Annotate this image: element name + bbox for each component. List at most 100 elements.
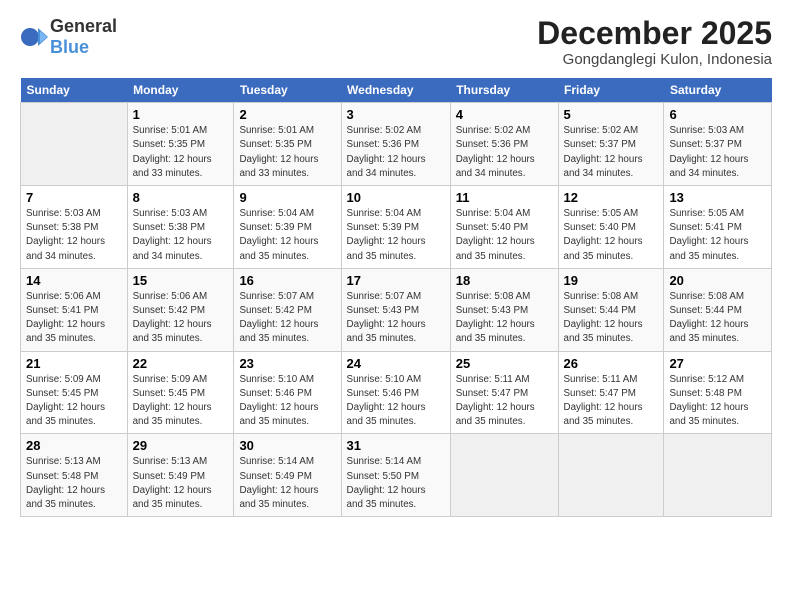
day-info: Sunrise: 5:13 AM Sunset: 5:49 PM Dayligh… (133, 455, 229, 512)
day-number: 17 (347, 273, 445, 288)
header-saturday: Saturday (664, 78, 772, 103)
day-info: Sunrise: 5:07 AM Sunset: 5:42 PM Dayligh… (239, 290, 335, 347)
day-info: Sunrise: 5:03 AM Sunset: 5:38 PM Dayligh… (133, 207, 229, 264)
day-number: 5 (564, 107, 659, 122)
calendar-cell: 2 Sunrise: 5:01 AM Sunset: 5:35 PM Daylig… (234, 103, 341, 186)
day-info: Sunrise: 5:14 AM Sunset: 5:49 PM Dayligh… (239, 455, 335, 512)
day-info: Sunrise: 5:11 AM Sunset: 5:47 PM Dayligh… (564, 373, 659, 430)
day-number: 16 (239, 273, 335, 288)
day-number: 9 (239, 190, 335, 205)
day-info: Sunrise: 5:08 AM Sunset: 5:43 PM Dayligh… (456, 290, 553, 347)
day-number: 8 (133, 190, 229, 205)
day-number: 11 (456, 190, 553, 205)
calendar-cell: 17 Sunrise: 5:07 AM Sunset: 5:43 PM Dayli… (341, 268, 450, 351)
day-info: Sunrise: 5:10 AM Sunset: 5:46 PM Dayligh… (239, 373, 335, 430)
day-info: Sunrise: 5:03 AM Sunset: 5:38 PM Dayligh… (26, 207, 122, 264)
day-info: Sunrise: 5:01 AM Sunset: 5:35 PM Dayligh… (239, 124, 335, 181)
calendar-cell (450, 434, 558, 517)
calendar-cell: 7Sunrise: 5:03 AM Sunset: 5:38 PM Daylig… (21, 186, 128, 269)
day-number: 15 (133, 273, 229, 288)
week-row-5: 28 Sunrise: 5:13 AM Sunset: 5:48 PM Dayli… (21, 434, 772, 517)
header-wednesday: Wednesday (341, 78, 450, 103)
calendar-cell: 21 Sunrise: 5:09 AM Sunset: 5:45 PM Dayli… (21, 351, 128, 434)
header-friday: Friday (558, 78, 664, 103)
day-info: Sunrise: 5:02 AM Sunset: 5:37 PM Dayligh… (564, 124, 659, 181)
calendar-cell: 28 Sunrise: 5:13 AM Sunset: 5:48 PM Dayli… (21, 434, 128, 517)
day-number: 3 (347, 107, 445, 122)
calendar-cell: 4Sunrise: 5:02 AM Sunset: 5:36 PM Daylig… (450, 103, 558, 186)
day-info: Sunrise: 5:14 AM Sunset: 5:50 PM Dayligh… (347, 455, 445, 512)
day-info: Sunrise: 5:04 AM Sunset: 5:39 PM Dayligh… (239, 207, 335, 264)
day-number: 21 (26, 356, 122, 371)
day-info: Sunrise: 5:13 AM Sunset: 5:48 PM Dayligh… (26, 455, 122, 512)
calendar-cell: 14 Sunrise: 5:06 AM Sunset: 5:41 PM Dayli… (21, 268, 128, 351)
calendar-cell: 9 Sunrise: 5:04 AM Sunset: 5:39 PM Daylig… (234, 186, 341, 269)
title-block: December 2025 Gongdanglegi Kulon, Indone… (537, 16, 772, 68)
calendar-cell: 1Sunrise: 5:01 AM Sunset: 5:35 PM Daylig… (127, 103, 234, 186)
day-info: Sunrise: 5:03 AM Sunset: 5:37 PM Dayligh… (669, 124, 766, 181)
day-number: 26 (564, 356, 659, 371)
logo-blue: Blue (50, 37, 89, 57)
header-sunday: Sunday (21, 78, 128, 103)
header: General Blue December 2025 Gongdanglegi … (20, 16, 772, 68)
calendar-cell: 15 Sunrise: 5:06 AM Sunset: 5:42 PM Dayli… (127, 268, 234, 351)
calendar-cell (558, 434, 664, 517)
day-info: Sunrise: 5:09 AM Sunset: 5:45 PM Dayligh… (26, 373, 122, 430)
day-info: Sunrise: 5:04 AM Sunset: 5:39 PM Dayligh… (347, 207, 445, 264)
day-number: 24 (347, 356, 445, 371)
day-number: 28 (26, 438, 122, 453)
day-info: Sunrise: 5:01 AM Sunset: 5:35 PM Dayligh… (133, 124, 229, 181)
day-number: 12 (564, 190, 659, 205)
logo-general: General (50, 16, 117, 36)
calendar-header-row: SundayMondayTuesdayWednesdayThursdayFrid… (21, 78, 772, 103)
calendar-cell: 11Sunrise: 5:04 AM Sunset: 5:40 PM Dayli… (450, 186, 558, 269)
week-row-2: 7Sunrise: 5:03 AM Sunset: 5:38 PM Daylig… (21, 186, 772, 269)
day-number: 27 (669, 356, 766, 371)
day-info: Sunrise: 5:08 AM Sunset: 5:44 PM Dayligh… (564, 290, 659, 347)
day-info: Sunrise: 5:12 AM Sunset: 5:48 PM Dayligh… (669, 373, 766, 430)
calendar-cell: 13 Sunrise: 5:05 AM Sunset: 5:41 PM Dayli… (664, 186, 772, 269)
day-number: 30 (239, 438, 335, 453)
calendar-cell: 12 Sunrise: 5:05 AM Sunset: 5:40 PM Dayli… (558, 186, 664, 269)
location-title: Gongdanglegi Kulon, Indonesia (537, 51, 772, 68)
calendar-cell (664, 434, 772, 517)
day-number: 10 (347, 190, 445, 205)
day-number: 22 (133, 356, 229, 371)
day-info: Sunrise: 5:05 AM Sunset: 5:40 PM Dayligh… (564, 207, 659, 264)
day-info: Sunrise: 5:06 AM Sunset: 5:41 PM Dayligh… (26, 290, 122, 347)
header-monday: Monday (127, 78, 234, 103)
day-info: Sunrise: 5:10 AM Sunset: 5:46 PM Dayligh… (347, 373, 445, 430)
calendar-cell: 30 Sunrise: 5:14 AM Sunset: 5:49 PM Dayli… (234, 434, 341, 517)
calendar-cell: 6Sunrise: 5:03 AM Sunset: 5:37 PM Daylig… (664, 103, 772, 186)
calendar-table: SundayMondayTuesdayWednesdayThursdayFrid… (20, 78, 772, 517)
day-number: 14 (26, 273, 122, 288)
day-number: 19 (564, 273, 659, 288)
calendar-cell (21, 103, 128, 186)
calendar-cell: 5 Sunrise: 5:02 AM Sunset: 5:37 PM Daylig… (558, 103, 664, 186)
month-title: December 2025 (537, 16, 772, 51)
calendar-cell: 8 Sunrise: 5:03 AM Sunset: 5:38 PM Daylig… (127, 186, 234, 269)
calendar-cell: 16 Sunrise: 5:07 AM Sunset: 5:42 PM Dayli… (234, 268, 341, 351)
day-info: Sunrise: 5:06 AM Sunset: 5:42 PM Dayligh… (133, 290, 229, 347)
header-tuesday: Tuesday (234, 78, 341, 103)
day-info: Sunrise: 5:08 AM Sunset: 5:44 PM Dayligh… (669, 290, 766, 347)
day-number: 2 (239, 107, 335, 122)
day-info: Sunrise: 5:09 AM Sunset: 5:45 PM Dayligh… (133, 373, 229, 430)
calendar-cell: 29Sunrise: 5:13 AM Sunset: 5:49 PM Dayli… (127, 434, 234, 517)
calendar-cell: 31Sunrise: 5:14 AM Sunset: 5:50 PM Dayli… (341, 434, 450, 517)
header-thursday: Thursday (450, 78, 558, 103)
day-info: Sunrise: 5:07 AM Sunset: 5:43 PM Dayligh… (347, 290, 445, 347)
day-number: 18 (456, 273, 553, 288)
day-number: 25 (456, 356, 553, 371)
week-row-4: 21 Sunrise: 5:09 AM Sunset: 5:45 PM Dayli… (21, 351, 772, 434)
day-number: 13 (669, 190, 766, 205)
calendar-cell: 27 Sunrise: 5:12 AM Sunset: 5:48 PM Dayli… (664, 351, 772, 434)
page: General Blue December 2025 Gongdanglegi … (0, 0, 792, 527)
day-info: Sunrise: 5:11 AM Sunset: 5:47 PM Dayligh… (456, 373, 553, 430)
day-number: 23 (239, 356, 335, 371)
day-info: Sunrise: 5:05 AM Sunset: 5:41 PM Dayligh… (669, 207, 766, 264)
calendar-cell: 26 Sunrise: 5:11 AM Sunset: 5:47 PM Dayli… (558, 351, 664, 434)
calendar-cell: 23 Sunrise: 5:10 AM Sunset: 5:46 PM Dayli… (234, 351, 341, 434)
calendar-cell: 24 Sunrise: 5:10 AM Sunset: 5:46 PM Dayli… (341, 351, 450, 434)
calendar-cell: 19 Sunrise: 5:08 AM Sunset: 5:44 PM Dayli… (558, 268, 664, 351)
